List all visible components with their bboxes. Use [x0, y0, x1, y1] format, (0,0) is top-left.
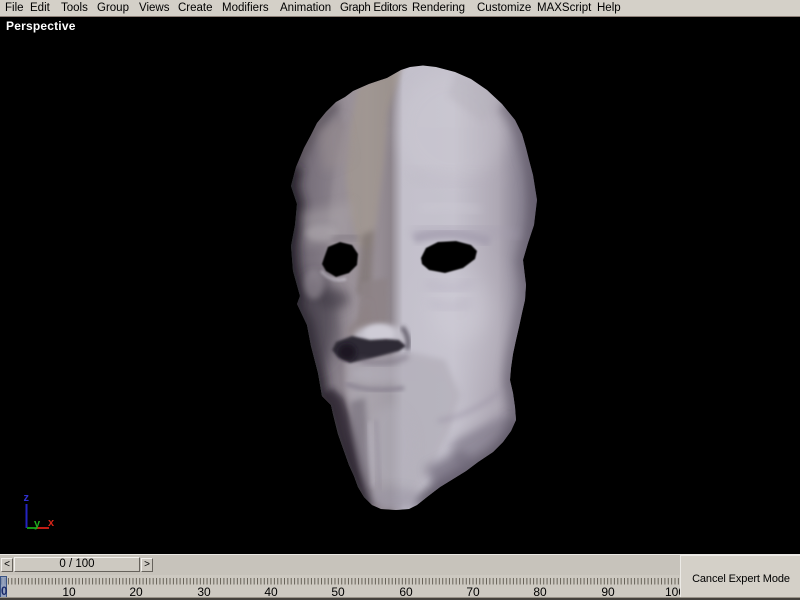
svg-text:z: z	[24, 492, 30, 504]
svg-text:x: x	[48, 517, 55, 529]
svg-text:y: y	[34, 518, 41, 530]
